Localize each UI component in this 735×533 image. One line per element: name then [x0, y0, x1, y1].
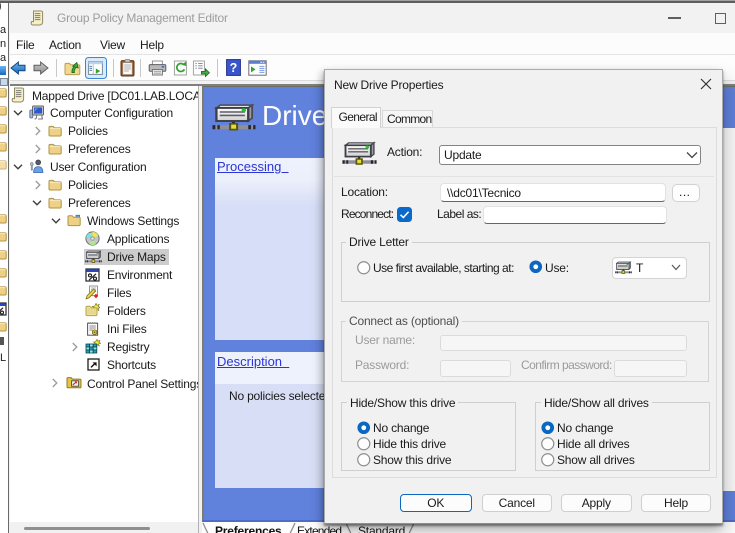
svg-text:?: ?: [230, 61, 238, 75]
